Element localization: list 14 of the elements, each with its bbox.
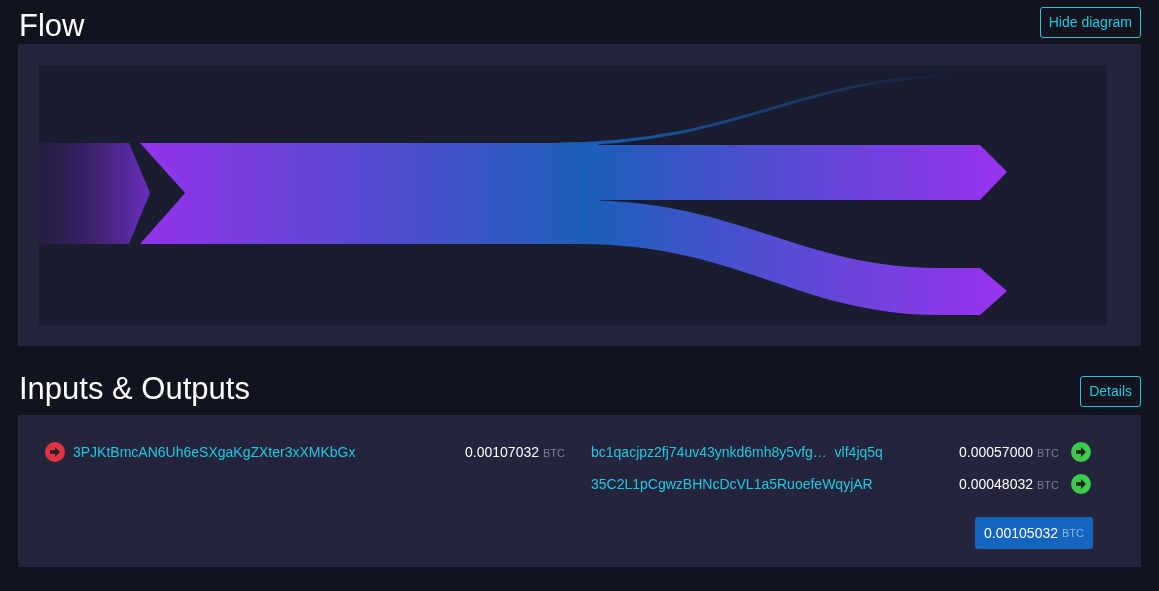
unit-label: BTC [543, 445, 565, 461]
amount: 0.00107032 [465, 442, 539, 462]
unit-label: BTC [1037, 445, 1059, 461]
details-button[interactable]: Details [1080, 376, 1141, 407]
section-title: Inputs & Outputs [19, 371, 250, 407]
amount: 0.00048032 [959, 474, 1033, 494]
hide-diagram-button[interactable]: Hide diagram [1039, 7, 1141, 38]
total-badge: 0.00105032 BTC [975, 517, 1093, 549]
unit-label: BTC [1037, 477, 1059, 493]
section-title: Flow [19, 8, 85, 44]
address-link[interactable]: bc1qacjpz2fj74uv43ynkd6mh8y5vfg… vlf4jq5q [591, 441, 883, 463]
amount: 0.00057000 [959, 442, 1033, 462]
address-link[interactable]: 35C2L1pCgwzBHNcDcVL1a5RuoefeWqyjAR [591, 473, 873, 495]
address-link[interactable]: 3PJKtBmcAN6Uh6eSXgaKgZXter3xXMKbGx [73, 441, 356, 463]
